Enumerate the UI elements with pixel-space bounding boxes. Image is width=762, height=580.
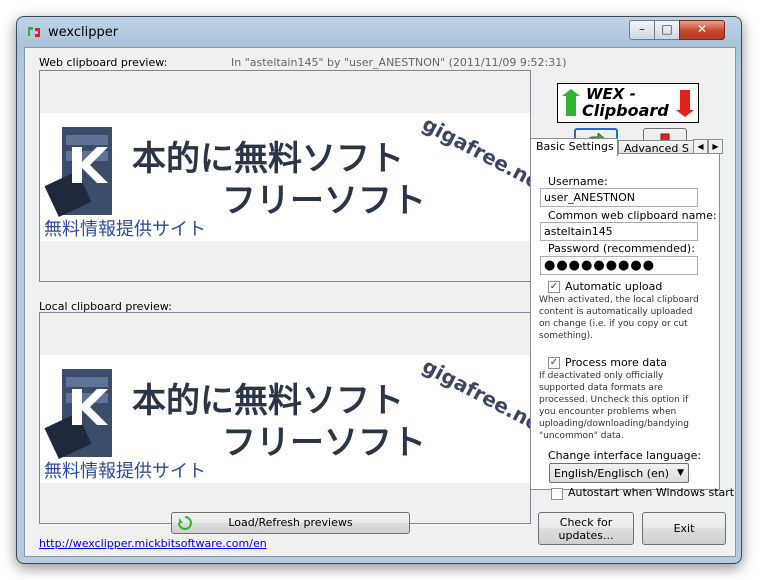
web-clipboard-preview: 本的に無料ソフト フリーソフト 無料情報提供サイト gigafree.net <box>39 70 531 282</box>
web-preview-label: Web clipboard preview: <box>39 56 168 69</box>
local-preview-image: 本的に無料ソフト フリーソフト 無料情報提供サイト gigafree.net <box>40 353 531 483</box>
tab-scroll-right-icon[interactable]: ▶ <box>708 139 723 154</box>
tab-scroll-left-icon[interactable]: ◀ <box>693 139 708 154</box>
minimize-button[interactable]: – <box>629 20 655 40</box>
preview-text-line2: フリーソフト <box>222 181 426 221</box>
app-window: wexclipper – □ ✕ Web clipboard preview: … <box>16 16 742 564</box>
maximize-button[interactable]: □ <box>654 20 680 40</box>
username-field[interactable]: user_ANESTNON <box>540 188 698 207</box>
language-select-value: English/Englisch (en) <box>554 467 670 480</box>
check-updates-button[interactable]: Check for updates... <box>538 512 634 545</box>
process-more-data-description: If deactivated only officially supported… <box>539 371 689 441</box>
chevron-down-icon: ▼ <box>677 468 684 478</box>
automatic-upload-description: When activated, the local clipboard cont… <box>539 295 699 341</box>
title-bar[interactable]: wexclipper – □ ✕ <box>17 17 741 47</box>
load-refresh-label: Load/Refresh previews <box>228 516 353 529</box>
website-link[interactable]: http://wexclipper.mickbitsoftware.com/en <box>39 537 267 550</box>
red-arrow-icon <box>676 90 694 117</box>
autostart-label: Autostart when Windows start <box>568 486 735 499</box>
wexclipper-app-icon <box>28 27 40 37</box>
exit-button[interactable]: Exit <box>642 512 726 545</box>
autostart-checkbox[interactable] <box>551 488 563 500</box>
window-title: wexclipper <box>48 25 119 40</box>
language-label: Change interface language: <box>548 449 702 462</box>
local-clipboard-preview: 本的に無料ソフト フリーソフト 無料情報提供サイト gigafree.net <box>39 312 531 524</box>
automatic-upload-label: Automatic upload <box>565 280 663 293</box>
refresh-icon <box>178 516 192 530</box>
username-label: Username: <box>548 175 608 188</box>
logo-text-line2: Clipboard <box>582 101 669 120</box>
automatic-upload-checkbox[interactable]: ✓ <box>548 281 560 293</box>
check-updates-line2: updates... <box>558 529 614 542</box>
password-field[interactable]: ●●●●●●●●● <box>540 256 698 275</box>
preview-side-text: gigafree.net <box>418 111 531 199</box>
clipboard-name-label: Common web clipboard name: <box>548 209 717 222</box>
process-more-data-label: Process more data <box>565 356 667 369</box>
green-arrow-icon <box>562 89 580 116</box>
tab-basic-settings[interactable]: Basic Settings <box>530 138 618 156</box>
password-label: Password (recommended): <box>548 242 695 255</box>
process-more-data-checkbox[interactable]: ✓ <box>548 357 560 369</box>
server-icon <box>44 369 112 460</box>
web-preview-image: 本的に無料ソフト フリーソフト 無料情報提供サイト gigafree.net <box>40 111 531 241</box>
close-button[interactable]: ✕ <box>679 20 725 40</box>
web-preview-meta: In "asteltain145" by "user_ANESTNON" (20… <box>231 56 567 69</box>
server-icon <box>44 127 112 218</box>
check-updates-line1: Check for <box>559 516 613 529</box>
wex-clipboard-logo: WEX - Clipboard <box>557 83 699 123</box>
preview-text-line2: フリーソフト <box>222 423 426 463</box>
language-select[interactable]: English/Englisch (en) ▼ <box>549 463 689 483</box>
clipboard-name-field[interactable]: asteltain145 <box>540 222 698 241</box>
preview-text-line3: 無料情報提供サイト <box>44 461 206 482</box>
preview-side-text: gigafree.net <box>418 353 531 441</box>
preview-text-line3: 無料情報提供サイト <box>44 219 206 240</box>
load-refresh-button[interactable]: Load/Refresh previews <box>171 512 410 534</box>
